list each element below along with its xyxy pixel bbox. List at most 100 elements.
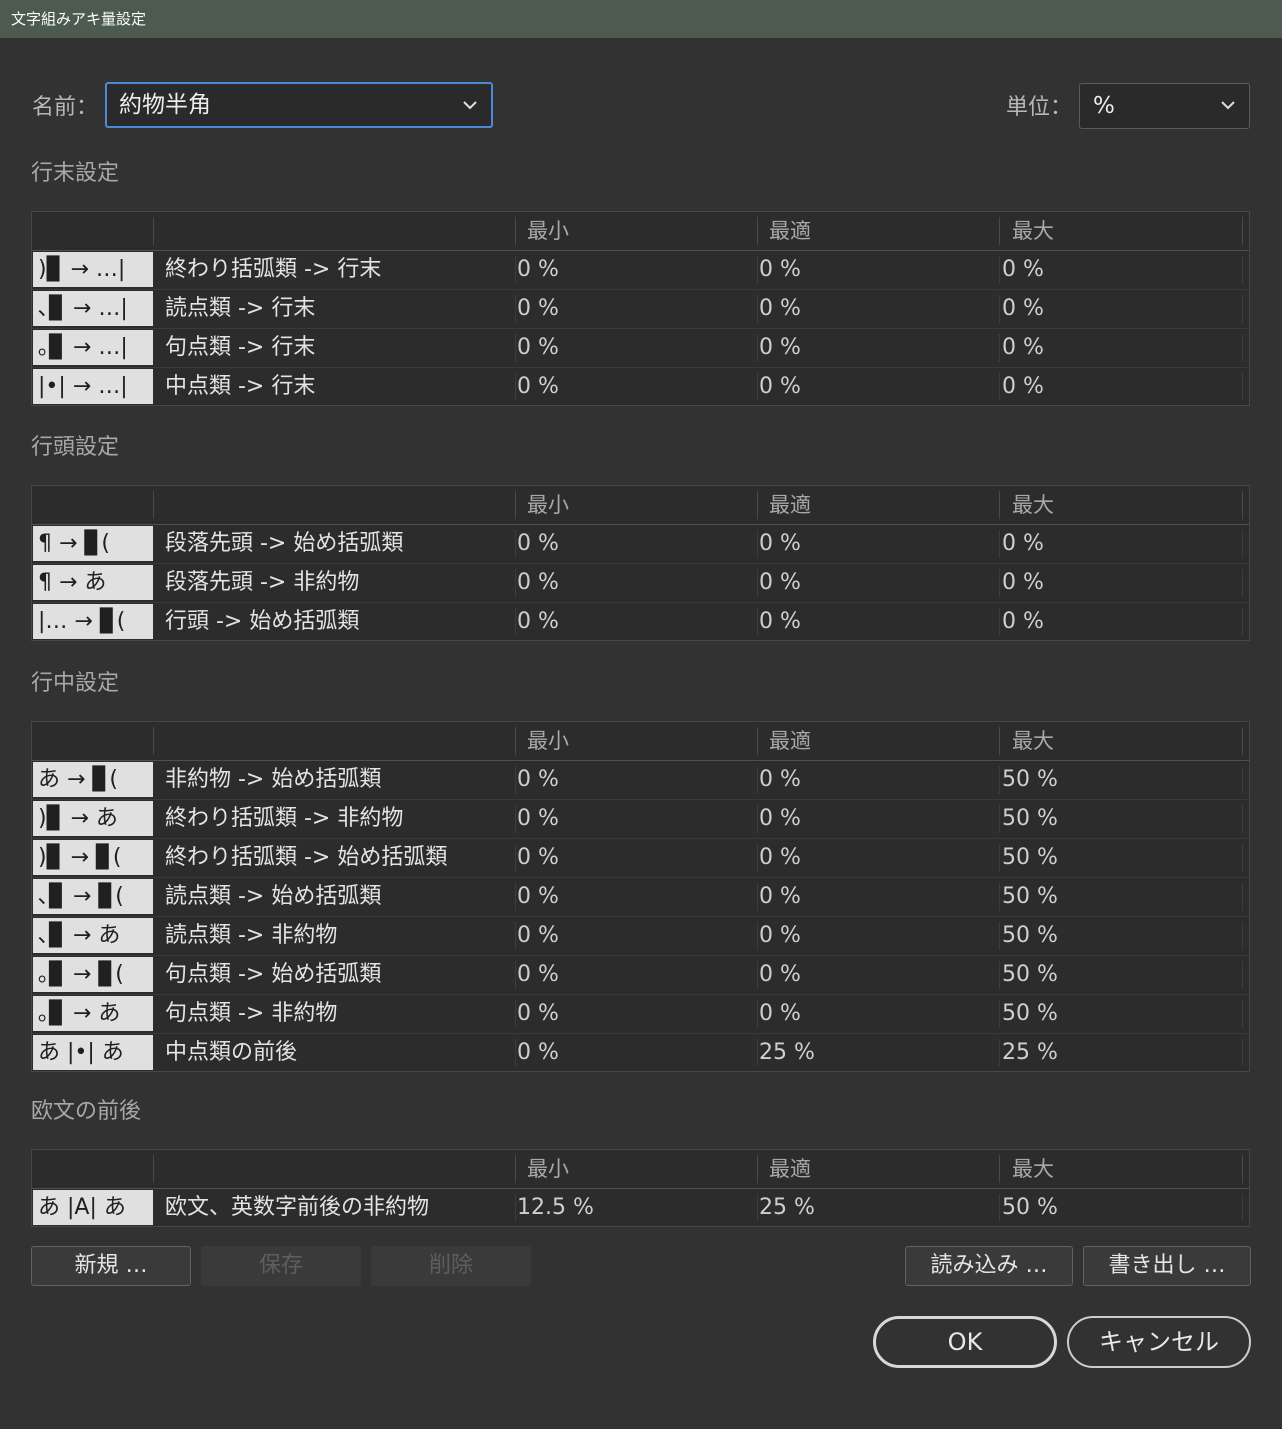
- value-opt[interactable]: 0 %: [759, 290, 801, 328]
- value-opt[interactable]: 25 %: [759, 1189, 815, 1226]
- table-row[interactable]: ¶ → あ段落先頭 -> 非約物 0 % 0 % 0 %: [32, 564, 1249, 603]
- value-max[interactable]: 50 %: [1002, 800, 1058, 838]
- table-row[interactable]: ｡▊ → あ句点類 -> 非約物 0 % 0 % 50 %: [32, 995, 1249, 1034]
- value-opt[interactable]: 0 %: [759, 251, 801, 289]
- column-divider[interactable]: [153, 491, 154, 519]
- value-opt[interactable]: 0 %: [759, 368, 801, 405]
- column-divider[interactable]: [1242, 217, 1243, 245]
- column-divider: [999, 1000, 1000, 1028]
- load-button[interactable]: 読み込み …: [905, 1246, 1073, 1286]
- column-divider: [1242, 530, 1243, 558]
- value-max[interactable]: 0 %: [1002, 290, 1044, 328]
- column-divider[interactable]: [999, 1155, 1000, 1183]
- name-select[interactable]: 約物半角: [105, 82, 493, 128]
- value-max[interactable]: 50 %: [1002, 956, 1058, 994]
- column-divider[interactable]: [757, 491, 758, 519]
- value-min[interactable]: 0 %: [517, 995, 559, 1033]
- column-divider: [999, 961, 1000, 989]
- delete-button[interactable]: 削除: [371, 1246, 531, 1286]
- value-opt[interactable]: 0 %: [759, 956, 801, 994]
- table-row[interactable]: ¶ → ▊(段落先頭 -> 始め括弧類 0 % 0 % 0 %: [32, 525, 1249, 564]
- column-divider[interactable]: [515, 217, 516, 245]
- column-header-min: 最小: [527, 493, 569, 517]
- value-opt[interactable]: 0 %: [759, 329, 801, 367]
- value-opt[interactable]: 0 %: [759, 878, 801, 916]
- column-divider[interactable]: [757, 217, 758, 245]
- column-divider[interactable]: [999, 727, 1000, 755]
- value-max[interactable]: 50 %: [1002, 878, 1058, 916]
- ok-button[interactable]: OK: [873, 1316, 1057, 1368]
- unit-select[interactable]: %: [1079, 83, 1250, 129]
- value-opt[interactable]: 0 %: [759, 800, 801, 838]
- value-min[interactable]: 0 %: [517, 839, 559, 877]
- table-row[interactable]: )▊ → ▊(終わり括弧類 -> 始め括弧類 0 % 0 % 50 %: [32, 839, 1249, 878]
- value-opt[interactable]: 0 %: [759, 761, 801, 799]
- value-opt[interactable]: 0 %: [759, 839, 801, 877]
- value-min[interactable]: 0 %: [517, 1034, 559, 1071]
- cancel-button[interactable]: キャンセル: [1067, 1316, 1251, 1368]
- table-row[interactable]: ､▊ → あ読点類 -> 非約物 0 % 0 % 50 %: [32, 917, 1249, 956]
- value-min[interactable]: 0 %: [517, 368, 559, 405]
- column-divider[interactable]: [757, 727, 758, 755]
- value-min[interactable]: 0 %: [517, 603, 559, 640]
- value-max[interactable]: 50 %: [1002, 761, 1058, 799]
- column-divider[interactable]: [999, 491, 1000, 519]
- value-opt[interactable]: 0 %: [759, 917, 801, 955]
- column-divider[interactable]: [757, 1155, 758, 1183]
- value-max[interactable]: 0 %: [1002, 564, 1044, 602]
- value-min[interactable]: 12.5 %: [517, 1189, 594, 1226]
- value-max[interactable]: 50 %: [1002, 1189, 1058, 1226]
- column-divider[interactable]: [999, 217, 1000, 245]
- value-max[interactable]: 0 %: [1002, 525, 1044, 563]
- table-row[interactable]: ｡▊ → …| 句点類 -> 行末 0 % 0 % 0 %: [32, 329, 1249, 368]
- value-max[interactable]: 50 %: [1002, 839, 1058, 877]
- value-min[interactable]: 0 %: [517, 800, 559, 838]
- column-divider[interactable]: [1242, 491, 1243, 519]
- value-min[interactable]: 0 %: [517, 290, 559, 328]
- column-divider[interactable]: [153, 217, 154, 245]
- table-row[interactable]: |•| → …| 中点類 -> 行末 0 % 0 % 0 %: [32, 368, 1249, 405]
- table-row[interactable]: ､▊ → ▊(読点類 -> 始め括弧類 0 % 0 % 50 %: [32, 878, 1249, 917]
- value-opt[interactable]: 0 %: [759, 603, 801, 640]
- column-divider[interactable]: [515, 727, 516, 755]
- table-row[interactable]: |… → ▊(行頭 -> 始め括弧類 0 % 0 % 0 %: [32, 603, 1249, 640]
- value-max[interactable]: 0 %: [1002, 329, 1044, 367]
- table-row[interactable]: ｡▊ → ▊(句点類 -> 始め括弧類 0 % 0 % 50 %: [32, 956, 1249, 995]
- table-row[interactable]: あ → ▊(非約物 -> 始め括弧類 0 % 0 % 50 %: [32, 761, 1249, 800]
- column-divider[interactable]: [1242, 727, 1243, 755]
- column-divider[interactable]: [1242, 1155, 1243, 1183]
- table-row[interactable]: あ |A| あ欧文、英数字前後の非約物 12.5 % 25 % 50 %: [32, 1189, 1249, 1226]
- value-max[interactable]: 50 %: [1002, 995, 1058, 1033]
- save-button[interactable]: 保存: [201, 1246, 361, 1286]
- value-min[interactable]: 0 %: [517, 956, 559, 994]
- value-min[interactable]: 0 %: [517, 878, 559, 916]
- value-min[interactable]: 0 %: [517, 917, 559, 955]
- value-min[interactable]: 0 %: [517, 525, 559, 563]
- table-row[interactable]: あ |•| あ中点類の前後 0 % 25 % 25 %: [32, 1034, 1249, 1071]
- table-row[interactable]: ､▊ → …| 読点類 -> 行末 0 % 0 % 0 %: [32, 290, 1249, 329]
- value-min[interactable]: 0 %: [517, 761, 559, 799]
- value-max[interactable]: 25 %: [1002, 1034, 1058, 1071]
- table-row[interactable]: )▊ → …| 終わり括弧類 -> 行末 0 % 0 % 0 %: [32, 251, 1249, 290]
- value-min[interactable]: 0 %: [517, 329, 559, 367]
- column-divider[interactable]: [153, 727, 154, 755]
- value-max[interactable]: 0 %: [1002, 368, 1044, 405]
- value-max[interactable]: 0 %: [1002, 251, 1044, 289]
- column-divider: [999, 569, 1000, 597]
- value-opt[interactable]: 25 %: [759, 1034, 815, 1071]
- table-row[interactable]: )▊ → あ終わり括弧類 -> 非約物 0 % 0 % 50 %: [32, 800, 1249, 839]
- value-min[interactable]: 0 %: [517, 564, 559, 602]
- column-divider[interactable]: [515, 1155, 516, 1183]
- export-button[interactable]: 書き出し …: [1083, 1246, 1251, 1286]
- new-button[interactable]: 新規 …: [31, 1246, 191, 1286]
- column-divider[interactable]: [515, 491, 516, 519]
- value-max[interactable]: 0 %: [1002, 603, 1044, 640]
- value-opt[interactable]: 0 %: [759, 525, 801, 563]
- column-divider[interactable]: [153, 1155, 154, 1183]
- class-pair-name: 読点類 -> 行末: [165, 296, 316, 321]
- value-opt[interactable]: 0 %: [759, 564, 801, 602]
- value-min[interactable]: 0 %: [517, 251, 559, 289]
- value-max[interactable]: 50 %: [1002, 917, 1058, 955]
- class-pair-icon: ｡▊ → あ: [33, 996, 153, 1031]
- value-opt[interactable]: 0 %: [759, 995, 801, 1033]
